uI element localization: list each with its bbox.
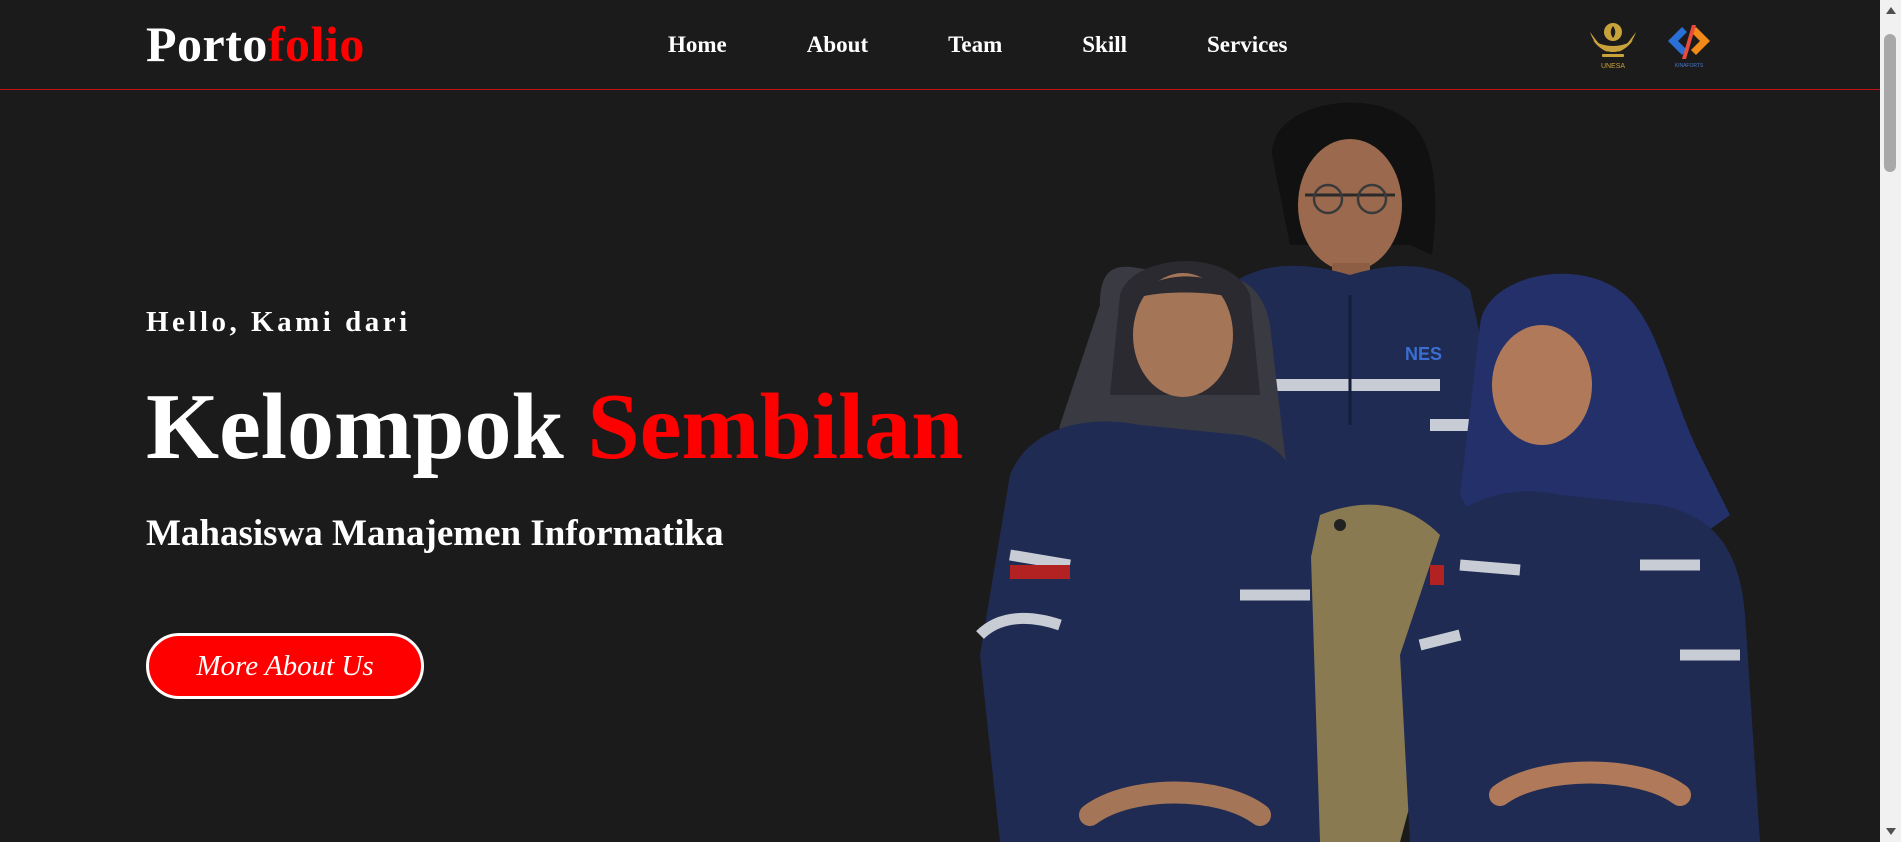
svg-text:NES: NES [1405, 344, 1442, 364]
vertical-scrollbar[interactable] [1880, 0, 1901, 842]
site-header: Portofolio Home About Team Skill Service… [0, 0, 1880, 90]
hero-subtitle: Mahasiswa Manajemen Informatika [146, 513, 724, 554]
nav-skill[interactable]: Skill [1082, 30, 1127, 60]
scroll-up-arrow-icon[interactable] [1880, 2, 1901, 19]
hero-title-primary: Kelompok [146, 375, 564, 479]
svg-text:KINAFORTS: KINAFORTS [1675, 63, 1704, 69]
logo-accent-text: folio [267, 16, 365, 72]
page: Portofolio Home About Team Skill Service… [0, 0, 1880, 842]
main-nav: Home About Team Skill Services [668, 30, 1287, 60]
team-photo: NES [976, 102, 1760, 842]
hero-title-accent: Sembilan [587, 375, 964, 479]
logo-primary-text: Porto [146, 16, 268, 72]
hero-title: Kelompok Sembilan [146, 375, 964, 479]
nav-about[interactable]: About [807, 30, 868, 60]
nav-services[interactable]: Services [1207, 30, 1287, 60]
svg-text:UNESA: UNESA [1601, 63, 1625, 70]
team-member-left [976, 261, 1320, 842]
code-brackets-logo-icon: KINAFORTS [1662, 19, 1716, 69]
nav-home[interactable]: Home [668, 30, 727, 60]
scrollbar-thumb[interactable] [1884, 34, 1896, 172]
hero-greeting: Hello, Kami dari [146, 306, 411, 338]
nav-team[interactable]: Team [948, 30, 1002, 60]
partner-logos: UNESA KINAFORTS [1588, 18, 1716, 70]
scroll-down-arrow-icon[interactable] [1880, 823, 1901, 840]
site-logo[interactable]: Portofolio [146, 14, 365, 74]
unesa-emblem-icon: UNESA [1588, 18, 1638, 70]
more-about-us-button[interactable]: More About Us [146, 633, 424, 699]
